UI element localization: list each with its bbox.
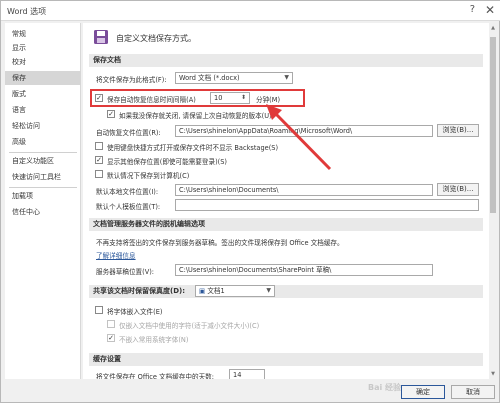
scroll-up-icon[interactable]: ▲ — [489, 23, 497, 33]
save-document-icon — [94, 30, 108, 44]
watermark-logo: Bai 经验 — [368, 383, 402, 392]
keep-last-version-label: 如果我没保存就关闭, 请保留上次自动恢复的版本(U) — [119, 112, 272, 120]
local-location-label: 默认本地文件位置(I): — [96, 188, 159, 196]
sidebar-item-display[interactable]: 显示 — [5, 41, 81, 55]
word-options-dialog: Word 选项 ? ✕ 常规 显示 校对 保存 版式 语言 轻松访问 高级 自定… — [0, 0, 500, 403]
scroll-thumb[interactable] — [490, 37, 496, 213]
cancel-button[interactable]: 取消 — [451, 385, 495, 399]
server-drafts-label: 服务器草稿位置(V): — [96, 268, 155, 276]
fidelity-document-value: 文档1 — [207, 287, 225, 295]
sidebar-item-language[interactable]: 语言 — [5, 103, 81, 117]
sidebar-item-proofing[interactable]: 校对 — [5, 55, 81, 69]
section-server-files: 文档管理服务器文件的脱机编辑选项 — [89, 218, 483, 231]
cache-days-value: 14 — [233, 371, 242, 379]
keep-last-version-checkbox[interactable]: ✓ — [107, 110, 115, 118]
personal-templates-field[interactable] — [175, 199, 479, 211]
save-to-computer-label: 默认情况下保存到计算机(C) — [107, 172, 190, 180]
save-options-panel: 自定义文档保存方式。 保存文档 将文件保存为此格式(F): Word 文档 (*… — [83, 23, 489, 379]
sidebar-item-layout[interactable]: 版式 — [5, 87, 81, 101]
section-save-documents: 保存文档 — [89, 54, 483, 67]
learn-more-link[interactable]: 了解详细信息 — [96, 250, 136, 260]
sidebar-divider — [9, 152, 77, 153]
title-bar: Word 选项 ? ✕ — [1, 1, 500, 21]
vertical-scrollbar[interactable]: ▲ ▼ — [489, 23, 497, 379]
embed-used-chars-checkbox[interactable] — [107, 320, 115, 328]
show-more-locations-checkbox[interactable]: ✓ — [95, 156, 103, 164]
no-backstage-label: 使用键盘快捷方式打开或保存文件时不显示 Backstage(S) — [107, 144, 279, 152]
sidebar-item-trust-center[interactable]: 信任中心 — [5, 205, 81, 219]
embed-fonts-label: 将字体嵌入文件(E) — [107, 308, 163, 316]
fidelity-document-dropdown[interactable]: ▣ 文档1 ▼ — [195, 285, 275, 297]
sidebar-item-advanced[interactable]: 高级 — [5, 135, 81, 149]
options-sidebar: 常规 显示 校对 保存 版式 语言 轻松访问 高级 自定义功能区 快速访问工具栏… — [5, 23, 81, 379]
personal-templates-label: 默认个人模板位置(T): — [96, 203, 161, 211]
cache-days-label: 将文件保存在 Office 文档缓存中的天数: — [96, 373, 214, 379]
help-icon[interactable]: ? — [470, 4, 475, 15]
sidebar-item-quick-access[interactable]: 快速访问工具栏 — [5, 170, 81, 184]
sidebar-item-customize-ribbon[interactable]: 自定义功能区 — [5, 154, 81, 168]
chevron-down-icon: ▼ — [266, 287, 271, 294]
browse-autorecover-button[interactable]: 浏览(B)... — [437, 124, 479, 137]
scroll-down-icon[interactable]: ▼ — [489, 369, 497, 379]
server-drafts-field[interactable]: C:\Users\shinelon\Documents\SharePoint 草… — [175, 264, 433, 276]
sidebar-item-save[interactable]: 保存 — [5, 71, 81, 85]
autorecover-location-label: 自动恢复文件位置(R): — [96, 129, 161, 137]
chevron-down-icon: ▼ — [284, 74, 289, 81]
annotation-arrow-icon — [266, 104, 332, 171]
cache-days-stepper[interactable]: 14 — [229, 369, 265, 379]
sidebar-item-addins[interactable]: 加载项 — [5, 189, 81, 203]
window-title: Word 选项 — [7, 7, 47, 16]
show-more-locations-label: 显示其他保存位置(即使可能需要登录)(S) — [107, 158, 227, 166]
no-common-fonts-checkbox[interactable]: ✓ — [107, 334, 115, 342]
no-backstage-checkbox[interactable] — [95, 142, 103, 150]
save-format-label: 将文件保存为此格式(F): — [96, 76, 167, 84]
save-format-value: Word 文档 (*.docx) — [179, 74, 240, 82]
close-icon[interactable]: ✕ — [485, 3, 495, 17]
server-drafts-note: 不再支持将签出的文件保存到服务器草稿。签出的文件现将保存到 Office 文档缓… — [96, 239, 344, 247]
save-format-dropdown[interactable]: Word 文档 (*.docx) ▼ — [175, 72, 293, 84]
sidebar-divider — [9, 187, 77, 188]
save-to-computer-checkbox[interactable] — [95, 170, 103, 178]
browse-local-button[interactable]: 浏览(B)... — [437, 183, 479, 196]
section-fidelity: 共享该文档时保留保真度(D): — [89, 285, 483, 298]
page-heading: 自定义文档保存方式。 — [116, 34, 196, 43]
embed-used-chars-label: 仅嵌入文档中使用的字符(适于减小文件大小)(C) — [119, 322, 260, 330]
no-common-fonts-label: 不嵌入常用系统字体(N) — [119, 336, 189, 344]
embed-fonts-checkbox[interactable] — [95, 306, 103, 314]
sidebar-item-accessibility[interactable]: 轻松访问 — [5, 119, 81, 133]
ok-button[interactable]: 确定 — [401, 385, 445, 399]
local-location-field[interactable]: C:\Users\shinelon\Documents\ — [175, 184, 433, 196]
sidebar-item-general[interactable]: 常规 — [5, 27, 81, 41]
section-cache: 缓存设置 — [89, 353, 483, 366]
fidelity-label: 共享该文档时保留保真度(D): — [93, 287, 186, 295]
